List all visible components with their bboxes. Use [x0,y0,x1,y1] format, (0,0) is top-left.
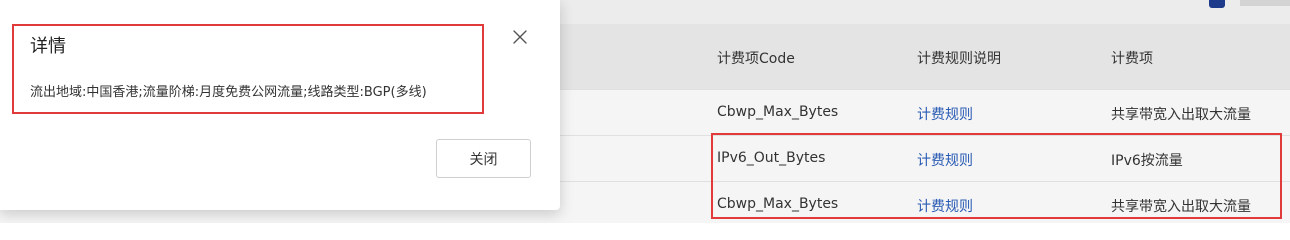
cell-item: 共享带宽入出取大流量 [1111,107,1251,123]
billing-rule-link[interactable]: 计费规则 [917,104,973,124]
cell-item: 共享带宽入出取大流量 [1111,199,1251,215]
cell-item: IPv6按流量 [1111,153,1183,169]
column-header-code: 计费项Code [717,51,795,67]
checkbox-label [1240,0,1290,6]
column-header-rule: 计费规则说明 [917,51,1001,67]
details-dialog: 详情 流出地域:中国香港;流量阶梯:月度免费公网流量;线路类型:BGP(多线) … [0,0,560,210]
dialog-content-highlight-box [12,24,484,114]
column-header-item: 计费项 [1111,51,1153,67]
cell-code: Cbwp_Max_Bytes [717,196,839,212]
cell-code: Cbwp_Max_Bytes [717,104,839,120]
dialog-body-text: 流出地域:中国香港;流量阶梯:月度免费公网流量;线路类型:BGP(多线) [30,85,427,100]
billing-rule-link[interactable]: 计费规则 [917,150,973,170]
close-icon[interactable] [509,26,531,48]
close-button[interactable]: 关闭 [436,139,531,178]
dialog-title: 详情 [30,36,66,57]
cell-code: IPv6_Out_Bytes [717,150,826,166]
checkbox[interactable] [1209,0,1225,8]
billing-rule-link[interactable]: 计费规则 [917,196,973,216]
page: 计费项Code 计费规则说明 计费项 Cbwp_Max_Bytes 计费规则 共… [0,0,1290,223]
